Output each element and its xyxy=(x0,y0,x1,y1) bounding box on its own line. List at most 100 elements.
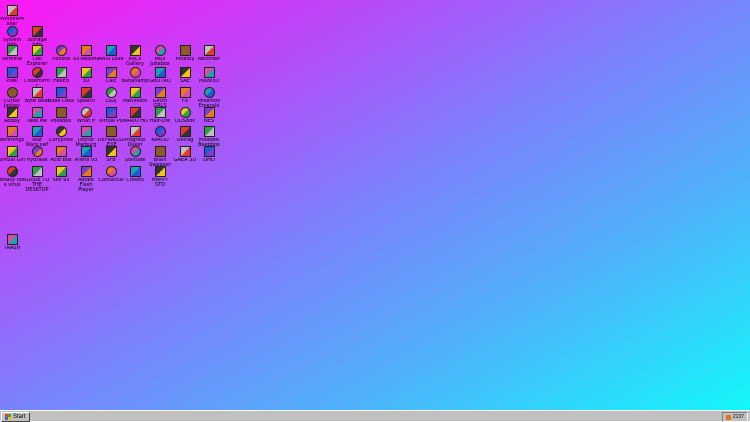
app-icon xyxy=(80,166,92,177)
desktop-icon[interactable]: Pokédex xyxy=(49,107,74,124)
desktop-icon[interactable]: DHO xyxy=(197,146,222,163)
desktop-icon[interactable]: Trollbox xyxy=(49,45,74,62)
desktop-icon[interactable]: Bible Data xyxy=(48,87,74,104)
desktop-icon[interactable]: Manifesto xyxy=(123,87,148,104)
app-icon xyxy=(80,107,92,118)
app-icon xyxy=(31,26,43,37)
desktop-icon[interactable]: Bananamp xyxy=(122,67,149,84)
desktop-icon[interactable]: Recorder xyxy=(197,45,222,62)
desktop-icon[interactable]: What If xyxy=(74,107,99,124)
desktop-icon[interactable]: Half-Life xyxy=(148,107,173,124)
desktop-icon[interactable]: SFB xyxy=(99,146,124,163)
desktop-icon-label: Maze3D xyxy=(198,79,220,84)
app-icon xyxy=(55,126,67,137)
desktop-icon[interactable]: Doctor Marburg xyxy=(74,126,99,148)
app-icon xyxy=(105,146,117,157)
desktop-icon[interactable]: MIDI Jukebox xyxy=(148,45,173,67)
app-icon xyxy=(105,107,117,118)
desktop-icon-label: SAE xyxy=(180,79,190,84)
desktop-icon[interactable]: TRASH xyxy=(0,234,25,251)
app-icon xyxy=(105,126,117,137)
desktop-icon[interactable]: Coryphee xyxy=(49,126,74,143)
desktop-icon[interactable]: 93 Realms xyxy=(73,45,99,62)
app-icon xyxy=(129,107,141,118)
desktop-icon-label: Byte Beat xyxy=(24,99,50,104)
clock: 2137 xyxy=(732,414,744,420)
desktop-icon[interactable]: LSDJ xyxy=(99,87,124,104)
app-icon xyxy=(203,126,215,137)
desktop-icon[interactable]: SAE xyxy=(173,67,198,84)
desktop-icon[interactable]: ANSI Love xyxy=(98,45,124,62)
desktop-icon-label: lemmings xyxy=(0,138,25,143)
desktop-icon[interactable]: Terminal xyxy=(0,45,25,62)
app-icon xyxy=(203,107,215,118)
desktop-icon[interactable]: ASCII Gallery xyxy=(123,45,148,67)
desktop-icon-label: KeROD xyxy=(151,138,169,143)
desktop-icon-label: Pixel xyxy=(6,79,18,84)
desktop-icon[interactable]: Virtual PC xyxy=(99,107,124,124)
desktop-icon[interactable]: SIM 93 xyxy=(49,166,74,183)
desktop-icon[interactable]: Potatoy xyxy=(173,45,198,62)
desktop-icon-label: Arena 93 xyxy=(74,158,98,163)
app-icon xyxy=(203,45,215,56)
app-icon xyxy=(31,166,43,177)
app-icon xyxy=(55,45,67,56)
desktop-icon[interactable]: Pokemon Emerald xyxy=(197,87,222,109)
app-icon xyxy=(80,45,92,56)
desktop-icon[interactable]: Progress Quest xyxy=(123,126,148,148)
desktop-icon[interactable]: Solitude xyxy=(123,146,148,163)
desktop-icon-label: Robby xyxy=(4,119,20,124)
app-icon xyxy=(203,87,215,98)
desktop-icon[interactable]: Adobe Flash Player xyxy=(74,166,99,193)
desktop-icon[interactable]: 3D xyxy=(74,67,99,84)
desktop-icon-label: Solitude xyxy=(124,158,146,163)
desktop-icon[interactable]: GAEA 3D xyxy=(173,146,198,163)
desktop: WindowMakerSystem InfoStorage InfoTermin… xyxy=(0,0,750,410)
desktop-icon[interactable]: Calc xyxy=(99,67,124,84)
desktop-icon[interactable]: Arena 93 xyxy=(74,146,99,163)
desktop-icon-label: ASCII Gallery xyxy=(126,57,144,67)
desktop-icon[interactable]: Cursor Jockey xyxy=(0,87,25,109)
desktop-icon[interactable]: Ciel Explorer xyxy=(25,45,50,67)
desktop-icon[interactable]: Pixel xyxy=(0,67,25,84)
desktop-icon[interactable]: HexEd xyxy=(49,67,74,84)
desktop-icon[interactable]: FX xyxy=(173,87,198,104)
desktop-icon-label: DHO xyxy=(203,158,215,163)
desktop-icon[interactable]: Contactus xyxy=(98,166,124,183)
desktop-icon[interactable]: Take Me xyxy=(25,107,50,124)
desktop-icon[interactable]: Codemirror xyxy=(24,67,50,89)
desktop-icon-label: Speech xyxy=(76,99,96,104)
desktop-icon[interactable]: Defrag xyxy=(173,126,198,143)
app-icon xyxy=(154,107,166,118)
desktop-icon[interactable]: WindowMaker xyxy=(0,5,25,27)
desktop-icon-label: GBOTRO xyxy=(149,79,171,84)
desktop-icon[interactable]: DOSBox xyxy=(173,107,198,124)
desktop-icon[interactable]: HAPPY STD xyxy=(148,166,173,188)
desktop-icon[interactable]: DEFRAG32.EXE xyxy=(98,126,124,148)
desktop-icon-label: FX xyxy=(181,99,189,104)
desktop-icon-label: SFB xyxy=(106,158,116,163)
desktop-icon[interactable]: Maze3D xyxy=(197,67,222,84)
desktop-icon-label: Virtual PC xyxy=(98,119,124,124)
desktop-icon[interactable]: Speech xyxy=(74,87,99,104)
desktop-icon[interactable]: GUIDE TO THE DESKTOP xyxy=(25,166,50,193)
desktop-icon-label: LSDJ xyxy=(105,99,117,104)
app-icon xyxy=(6,26,18,37)
desktop-icon[interactable]: Robby xyxy=(0,107,25,124)
desktop-icon[interactable]: Hydraxe xyxy=(25,146,50,163)
desktop-icon[interactable]: Acid Box xyxy=(49,146,74,163)
desktop-icon[interactable]: Credits xyxy=(123,166,148,183)
desktop-icon-label: Calc xyxy=(105,79,117,84)
desktop-icon[interactable]: Modded Beepbox xyxy=(197,126,222,148)
desktop-icon[interactable]: Brain Sweeper xyxy=(148,146,173,168)
desktop-icon[interactable]: Byte Beat xyxy=(25,87,50,104)
desktop-icon[interactable]: MARIO HD xyxy=(122,107,148,124)
desktop-icon[interactable]: KeROD xyxy=(148,126,173,143)
desktop-icon[interactable]: Star Wars.swf xyxy=(25,126,50,148)
desktop-icon[interactable]: lemmings xyxy=(0,126,25,143)
desktop-icon[interactable]: Totally not a virus xyxy=(0,166,25,188)
desktop-icon[interactable]: Glitch GRLS xyxy=(148,87,173,109)
desktop-icon[interactable]: Virtual Girl xyxy=(0,146,25,163)
desktop-icon[interactable]: GBOTRO xyxy=(148,67,173,84)
desktop-icon[interactable]: NES xyxy=(197,107,222,124)
